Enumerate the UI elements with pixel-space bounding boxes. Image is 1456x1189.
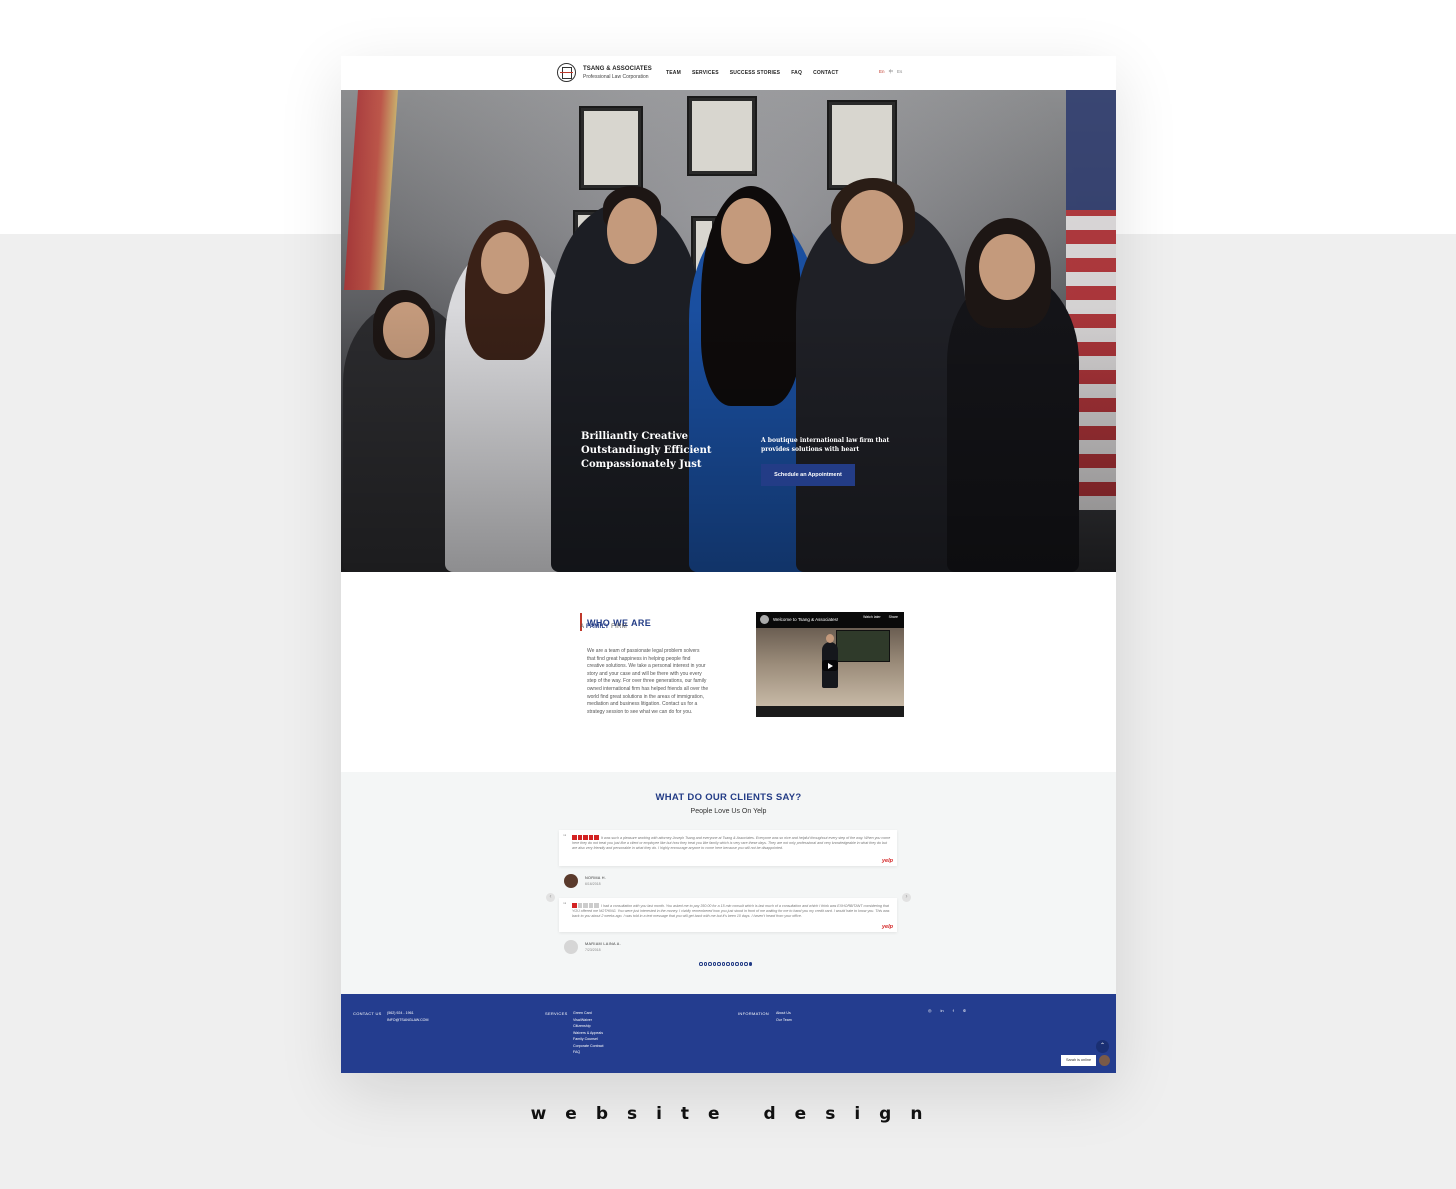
instagram-icon[interactable]: ◎	[928, 1008, 932, 1013]
main-nav: TEAM SERVICES SUCCESS STORIES FAQ CONTAC…	[666, 70, 839, 76]
site-footer: CONTACT US (562) 924 - 1961 INFO@TSANGLA…	[341, 994, 1116, 1073]
video-wall-map	[836, 630, 890, 662]
testimonials-section: WHAT DO OUR CLIENTS SAY? People Love Us …	[341, 772, 1116, 994]
review-text: It was such a pleasure working with atto…	[572, 836, 891, 851]
lang-english[interactable]: En	[879, 69, 885, 75]
tagline-line: Compassionately Just	[581, 459, 702, 470]
nav-services[interactable]: SERVICES	[692, 70, 719, 76]
yelp-logo[interactable]: yelp	[882, 858, 893, 864]
play-icon[interactable]	[822, 660, 838, 671]
carousel-dot[interactable]	[721, 962, 725, 966]
carousel-dot[interactable]	[726, 962, 730, 966]
testimonials-subtitle: People Love Us On Yelp	[690, 808, 767, 815]
share-button[interactable]: Share	[889, 615, 898, 619]
nav-contact[interactable]: CONTACT	[813, 70, 838, 76]
footer-info-link[interactable]: About Us	[776, 1011, 791, 1015]
linkedin-icon[interactable]: in	[941, 1008, 944, 1013]
hero-section: Brilliantly Creative Outstandingly Effic…	[341, 90, 1116, 572]
social-links: ◎ in f ✲	[928, 1008, 966, 1013]
carousel-dot[interactable]	[739, 962, 743, 966]
firm-logo-icon[interactable]	[557, 63, 576, 82]
scroll-to-top-icon[interactable]: ⌃	[1096, 1040, 1109, 1053]
hero-subtitle: A boutique international law firm that p…	[761, 437, 890, 453]
tagline-line: Outstandingly Efficient	[581, 445, 712, 456]
carousel-next-arrow-icon[interactable]: ›	[902, 893, 911, 902]
review-text: I had a consultation with you last month…	[572, 904, 890, 919]
family-firm-subheading: A FAMILY FIRM	[580, 624, 628, 630]
yelp-logo[interactable]: yelp	[882, 924, 893, 930]
carousel-prev-arrow-icon[interactable]: ‹	[546, 893, 555, 902]
footer-info-link[interactable]: Our Team	[776, 1018, 792, 1022]
footer-information-heading: INFORMATION	[738, 1011, 770, 1016]
language-switcher: En 中 Es	[879, 69, 902, 75]
reviewer-name: MARIAM LAINA A.	[585, 942, 621, 946]
footer-email[interactable]: INFO@TSANGLAW.COM	[387, 1018, 428, 1022]
testimonials-title: WHAT DO OUR CLIENTS SAY?	[655, 792, 802, 803]
lang-chinese[interactable]: 中	[889, 69, 894, 75]
chat-agent-avatar[interactable]	[1099, 1055, 1110, 1066]
footer-services-heading: SERVICES	[545, 1011, 568, 1016]
lang-spanish[interactable]: Es	[897, 69, 902, 75]
review-card: “ I had a consultation with you last mon…	[559, 898, 897, 932]
intro-video-player[interactable]: Welcome to Tsang & Associates! Watch lat…	[756, 612, 904, 717]
quote-icon: “	[563, 834, 567, 841]
footer-service-link[interactable]: Green Card	[573, 1011, 592, 1015]
carousel-dots	[699, 962, 752, 966]
brand-subtitle: Professional Law Corporation	[583, 74, 649, 80]
nav-team[interactable]: TEAM	[666, 70, 681, 76]
presentation-caption: website design	[530, 1104, 942, 1124]
carousel-dot[interactable]	[703, 962, 707, 966]
footer-phone[interactable]: (562) 924 - 1961	[387, 1011, 414, 1015]
avatar	[564, 940, 578, 954]
footer-service-link[interactable]: Waivers & Appeals	[573, 1031, 603, 1035]
carousel-dot[interactable]	[735, 962, 739, 966]
schedule-appointment-button[interactable]: Schedule an Appointment	[761, 464, 855, 486]
reviewer-name: NORMA H.	[585, 876, 607, 880]
channel-avatar[interactable]	[760, 615, 769, 624]
footer-service-link[interactable]: Family Counsel	[573, 1037, 598, 1041]
hero-tagline: Brilliantly Creative Outstandingly Effic…	[581, 430, 721, 472]
website-mockup: TSANG & ASSOCIATES Professional Law Corp…	[341, 56, 1116, 1073]
carousel-dot[interactable]	[730, 962, 734, 966]
footer-service-link[interactable]: Corporate Contract	[573, 1044, 604, 1048]
carousel-dot[interactable]	[712, 962, 716, 966]
review-date: 7/23/2018	[585, 948, 601, 952]
carousel-dot[interactable]	[708, 962, 712, 966]
carousel-dot[interactable]	[744, 962, 748, 966]
nav-faq[interactable]: FAQ	[791, 70, 802, 76]
nav-success-stories[interactable]: SUCCESS STORIES	[730, 70, 780, 76]
who-we-are-body: We are a team of passionate legal proble…	[587, 648, 709, 715]
avatar	[564, 874, 578, 888]
carousel-dot[interactable]	[699, 962, 703, 966]
footer-service-link[interactable]: Citizenship	[573, 1024, 591, 1028]
footer-contact-heading: CONTACT US	[353, 1011, 382, 1016]
footer-service-link[interactable]: FAQ	[573, 1050, 580, 1054]
live-chat-button[interactable]: Sarah is online	[1061, 1055, 1096, 1066]
tagline-line: Brilliantly Creative	[581, 431, 689, 442]
footer-service-link[interactable]: Visa/Waiver	[573, 1018, 592, 1022]
video-title[interactable]: Welcome to Tsang & Associates!	[773, 617, 838, 622]
video-controls: Watch later Share	[863, 615, 898, 619]
site-header: TSANG & ASSOCIATES Professional Law Corp…	[341, 56, 1116, 90]
yelp-icon[interactable]: ✲	[963, 1008, 966, 1013]
watch-later-button[interactable]: Watch later	[863, 615, 881, 619]
brand-name[interactable]: TSANG & ASSOCIATES	[583, 66, 652, 72]
review-card: “ It was such a pleasure working with at…	[559, 830, 897, 866]
review-date: 6/16/2018	[585, 882, 601, 886]
facebook-icon[interactable]: f	[953, 1008, 954, 1013]
hero-overlay	[341, 90, 1116, 572]
carousel-dot[interactable]	[748, 962, 752, 966]
carousel-dot[interactable]	[717, 962, 721, 966]
quote-icon: “	[563, 902, 567, 909]
